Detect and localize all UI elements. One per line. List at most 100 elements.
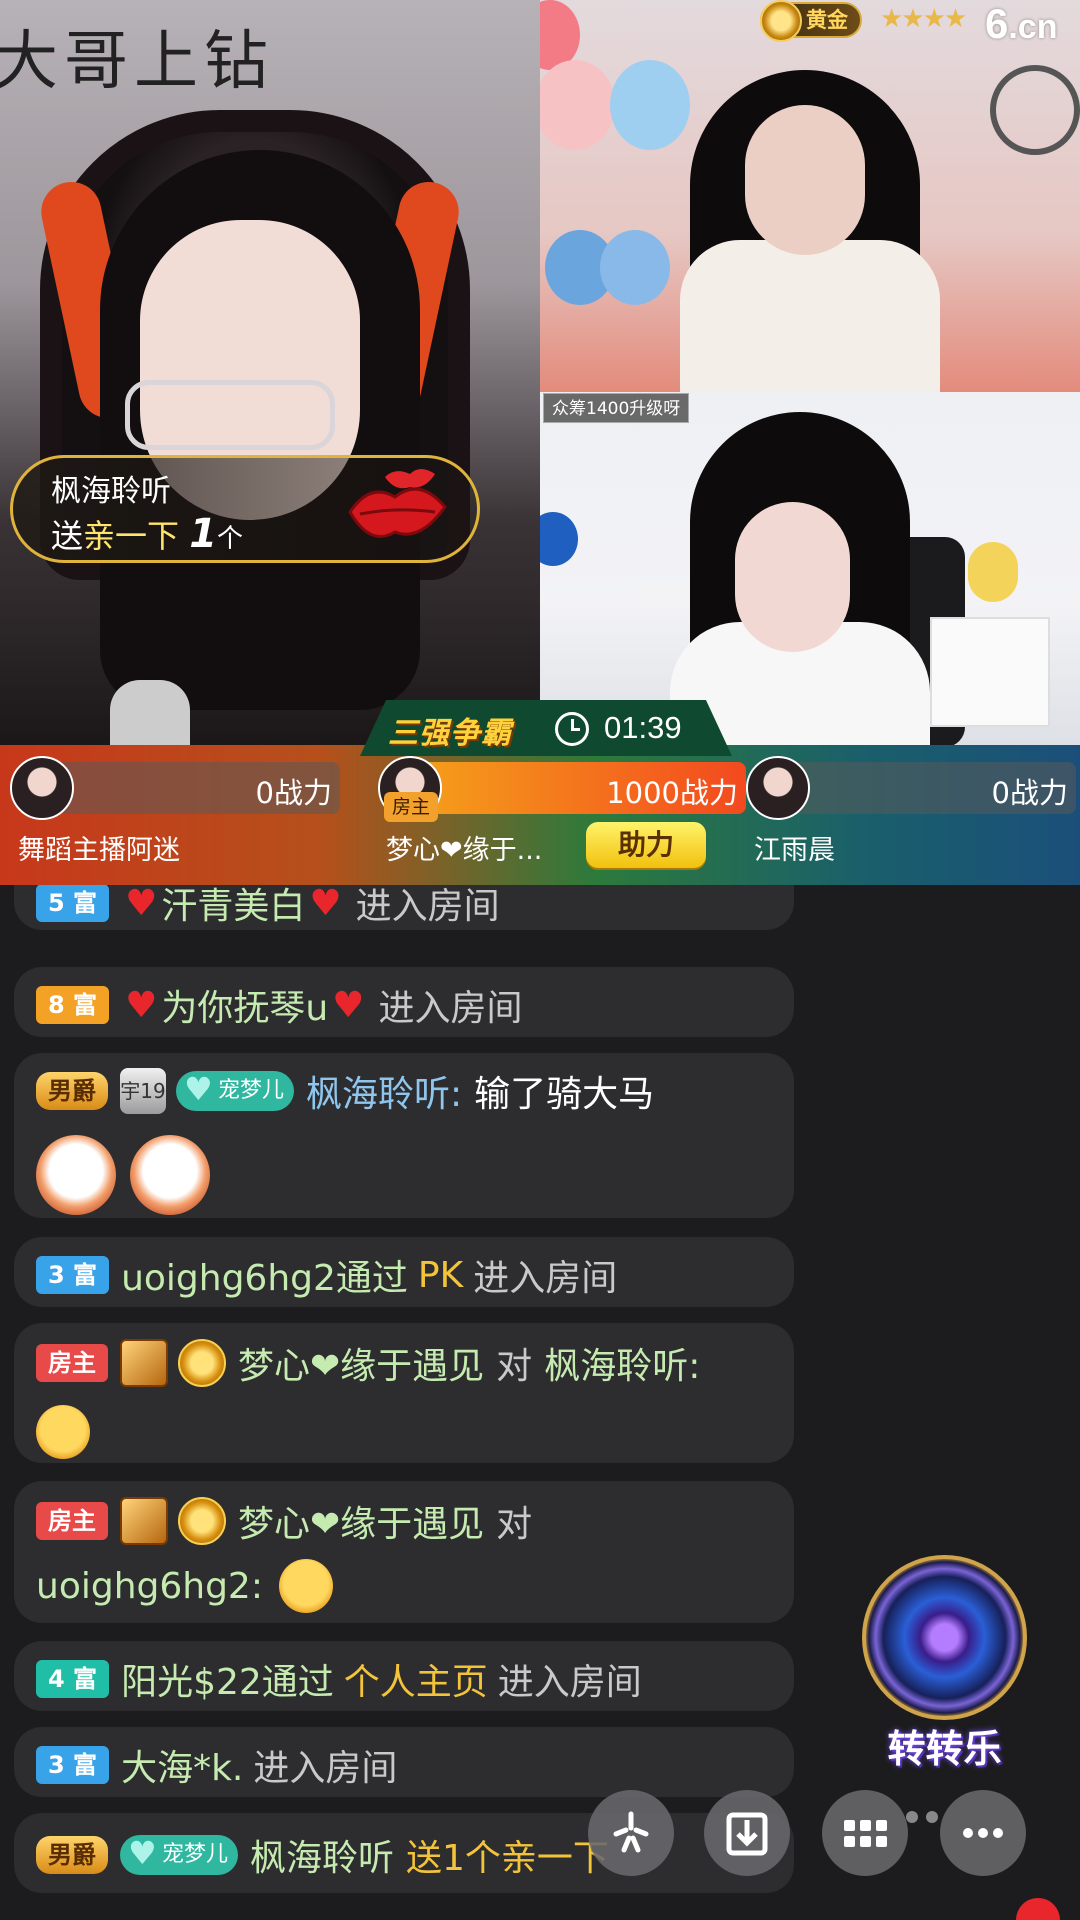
balloon bbox=[600, 230, 670, 305]
heart-icon: ♥ bbox=[309, 885, 342, 924]
star-medal-icon bbox=[760, 0, 802, 42]
balloon bbox=[540, 512, 578, 566]
main-anchor-video[interactable]: 大哥上钻 bbox=[0, 0, 540, 745]
pet-badge: 宠梦儿 bbox=[176, 1069, 295, 1111]
desk-fan bbox=[990, 65, 1080, 155]
avatar[interactable] bbox=[746, 756, 810, 820]
host-tag: 房主 bbox=[384, 792, 439, 822]
chat-message[interactable]: 8 富 ♥ 为你抚琴u ♥ 进入房间 bbox=[14, 967, 794, 1037]
kiss-lips-icon bbox=[348, 469, 447, 538]
gold-box-icon bbox=[120, 1339, 168, 1387]
entry-source: 个人主页 bbox=[343, 1662, 488, 1703]
chat-username[interactable]: 枫海聆听: bbox=[306, 1065, 462, 1117]
wealth-level-badge: 5 富 bbox=[36, 885, 110, 922]
gift-sender: 枫海聆听 bbox=[51, 474, 171, 509]
chat-message[interactable]: 3 富 uoighg6hg2通过 PK 进入房间 bbox=[14, 1237, 794, 1307]
chat-message[interactable]: 3 富 大海*k. 进入房间 bbox=[14, 1727, 794, 1797]
more-button[interactable] bbox=[940, 1790, 1026, 1876]
entry-source: PK bbox=[417, 1254, 464, 1296]
gift-count: 1 bbox=[189, 511, 218, 557]
power-value: 0战力 bbox=[991, 776, 1068, 810]
power-pill: 0战力 bbox=[776, 762, 1076, 814]
chat-username[interactable]: 为你抚琴u bbox=[161, 979, 328, 1031]
gift-verb: 送 bbox=[51, 517, 84, 555]
heart-icon: ♥ bbox=[332, 984, 365, 1026]
chat-username[interactable]: 梦心❤缘于遇见 bbox=[238, 1495, 484, 1547]
rank-label: 黄金 bbox=[806, 8, 848, 32]
chat-action: 进入房间 bbox=[497, 1662, 642, 1703]
chat-username[interactable]: uoighg6hg2通过 bbox=[121, 1249, 408, 1301]
chat-target[interactable]: uoighg6hg2: bbox=[36, 1566, 263, 1607]
chat-target[interactable]: 枫海聆听: bbox=[544, 1337, 700, 1389]
gold-box-icon bbox=[120, 1497, 168, 1545]
guest-jacket bbox=[680, 240, 940, 392]
noble-badge: 男爵 bbox=[36, 1836, 108, 1874]
sticker-emoji-icon bbox=[36, 1135, 116, 1215]
notification-badge bbox=[1016, 1898, 1060, 1920]
microphone bbox=[110, 680, 190, 745]
pk-anchor-name: 舞蹈主播阿迷 bbox=[18, 835, 180, 866]
pk-anchor-name: 江雨晨 bbox=[754, 835, 835, 866]
chat-message[interactable]: 房主 梦心❤缘于遇见 对 uoighg6hg2: bbox=[14, 1481, 794, 1623]
help-button[interactable]: 助力 bbox=[586, 822, 706, 868]
power-pill: 0战力 bbox=[40, 762, 340, 814]
chat-username[interactable]: 大海*k. bbox=[121, 1739, 243, 1791]
emoji-icon bbox=[278, 1559, 333, 1613]
chat-connector: 对 bbox=[496, 1346, 533, 1387]
grid-menu-icon bbox=[844, 1820, 887, 1847]
chat-content: 输了骑大马 bbox=[474, 1074, 655, 1115]
chat-username[interactable]: 枫海聆听 bbox=[250, 1829, 394, 1881]
download-icon bbox=[726, 1812, 768, 1856]
chat-action: 进入房间 bbox=[355, 886, 500, 927]
wealth-level-badge: 8 富 bbox=[36, 986, 110, 1024]
rank-stars: ★★★★ bbox=[880, 4, 967, 34]
download-button[interactable] bbox=[704, 1790, 790, 1876]
anchor-rank-badge[interactable]: 黄金 bbox=[760, 0, 862, 42]
chat-username[interactable]: 汗青美白 bbox=[161, 885, 305, 929]
guest-video-1[interactable] bbox=[540, 0, 1080, 392]
guest-video-2[interactable] bbox=[540, 392, 1080, 745]
chat-action: 进入房间 bbox=[378, 988, 523, 1029]
gift-name: 亲一下 bbox=[83, 517, 180, 555]
guest-face bbox=[745, 105, 865, 255]
chat-action: 进入房间 bbox=[473, 1258, 618, 1299]
star-medal-icon bbox=[178, 1497, 226, 1545]
pet-badge: 宠梦儿 bbox=[120, 1833, 239, 1875]
chat-message[interactable]: 5 富 ♥ 汗青美白 ♥ 进入房间 bbox=[14, 885, 794, 930]
star-medal-icon bbox=[178, 1339, 226, 1387]
chat-message[interactable]: 房主 梦心❤缘于遇见 对 枫海聆听: bbox=[14, 1323, 794, 1463]
clock-icon bbox=[555, 712, 589, 746]
heart-icon: ♥ bbox=[125, 885, 158, 924]
chat-action: 进入房间 bbox=[253, 1748, 398, 1789]
chat-message[interactable]: 男爵 宠梦儿 枫海聆听 送1个亲一下 bbox=[14, 1813, 794, 1893]
power-value: 0战力 bbox=[255, 776, 332, 810]
plush-toy bbox=[968, 542, 1018, 602]
avatar[interactable] bbox=[10, 756, 74, 820]
wealth-level-badge: 3 富 bbox=[36, 1746, 110, 1784]
guest-face bbox=[735, 502, 850, 652]
noble-badge: 男爵 bbox=[36, 1072, 108, 1110]
chat-username[interactable]: 阳光$22通过 bbox=[121, 1653, 334, 1705]
heart-icon: ♥ bbox=[125, 984, 158, 1026]
sticker-emoji-icon bbox=[130, 1135, 210, 1215]
emoji-icon bbox=[36, 1405, 90, 1459]
grid-menu-button[interactable] bbox=[822, 1790, 908, 1876]
anchor-glasses bbox=[125, 380, 335, 450]
site-logo: 6.cn bbox=[985, 0, 1057, 48]
guard-shield-icon: 宇19 bbox=[120, 1068, 166, 1114]
crowdfund-tag: 众筹1400升级呀 bbox=[543, 393, 690, 423]
gift-action: 送1个亲一下 bbox=[406, 1838, 609, 1879]
chat-message[interactable]: 男爵 宇19 宠梦儿 枫海聆听: 输了骑大马 bbox=[14, 1053, 794, 1218]
pk-anchor-name: 梦心❤缘于... bbox=[386, 835, 543, 866]
host-role-badge: 房主 bbox=[36, 1502, 108, 1540]
chat-message[interactable]: 4 富 阳光$22通过 个人主页 进入房间 bbox=[14, 1641, 794, 1711]
live-room: 大哥上钻 黄金 ★★★★ 6.cn 众筹1400升级呀 枫海聆听 送亲一下 1个 bbox=[0, 0, 1080, 1920]
lucky-wheel-label[interactable]: 转转乐 bbox=[862, 1718, 1027, 1773]
wealth-level-badge: 4 富 bbox=[36, 1660, 110, 1698]
share-button[interactable] bbox=[588, 1790, 674, 1876]
chat-username[interactable]: 梦心❤缘于遇见 bbox=[238, 1337, 484, 1389]
power-pill: 1000战力 bbox=[408, 762, 746, 814]
power-value: 1000战力 bbox=[606, 776, 738, 810]
lucky-wheel-icon[interactable] bbox=[862, 1555, 1027, 1720]
chat-list[interactable]: 5 富 ♥ 汗青美白 ♥ 进入房间 8 富 ♥ 为你抚琴u ♥ 进入房间 男爵 … bbox=[0, 885, 800, 1920]
